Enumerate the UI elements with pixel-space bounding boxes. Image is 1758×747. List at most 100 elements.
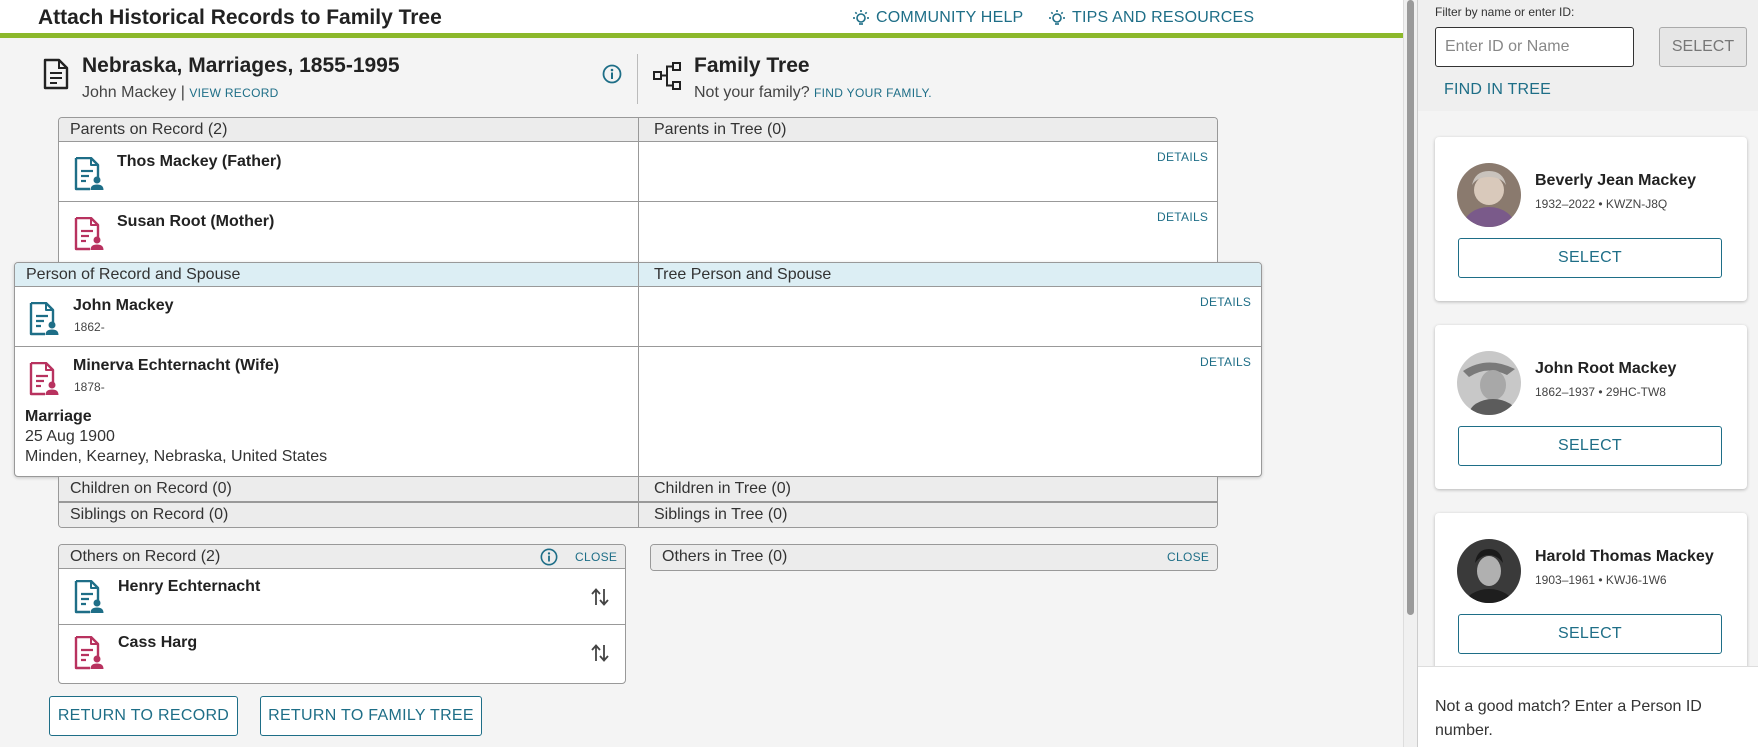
others-record-section: Others on Record (2) CLOSE Henry Echtern…	[58, 544, 626, 684]
focus-person-row: John Mackey 1862- DETAILS	[15, 287, 1261, 347]
parent-row: Susan Root (Mother) DETAILS	[59, 202, 1217, 262]
record-title: Nebraska, Marriages, 1855-1995	[82, 54, 400, 77]
community-help-label: COMMUNITY HELP	[876, 9, 1024, 26]
details-link[interactable]: DETAILS	[1200, 355, 1251, 369]
find-in-tree-link[interactable]: FIND IN TREE	[1444, 81, 1551, 99]
swap-arrows-icon[interactable]	[591, 643, 609, 663]
return-to-family-tree-button[interactable]: RETURN TO FAMILY TREE	[260, 696, 482, 736]
male-record-icon	[29, 302, 59, 336]
select-button[interactable]: SELECT	[1458, 614, 1722, 654]
female-record-icon	[74, 217, 104, 251]
select-button-disabled[interactable]: SELECT	[1659, 27, 1747, 67]
swap-arrows-icon[interactable]	[591, 587, 609, 607]
main-scrollbar[interactable]	[1403, 0, 1417, 747]
lightbulb-icon	[1049, 10, 1065, 25]
candidate-list: Beverly Jean Mackey 1932–2022 • KWZN-J8Q…	[1418, 111, 1758, 666]
children-section[interactable]: Children on Record (0) Children in Tree …	[58, 477, 1218, 502]
others-tree-header: Others in Tree (0) CLOSE	[651, 545, 1217, 570]
return-to-record-button[interactable]: RETURN TO RECORD	[49, 696, 238, 736]
female-record-icon	[29, 362, 59, 396]
avatar	[1457, 351, 1521, 415]
candidate-meta: 1862–1937 • 29HC-TW8	[1535, 385, 1666, 399]
avatar	[1457, 539, 1521, 603]
right-panel: Filter by name or enter ID: SELECT FIND …	[1417, 0, 1758, 747]
document-icon	[43, 58, 69, 90]
top-bar: Attach Historical Records to Family Tree…	[0, 0, 1403, 38]
marriage-place: Minden, Kearney, Nebraska, United States	[25, 448, 328, 465]
male-record-icon	[74, 580, 104, 614]
header-divider	[637, 54, 638, 104]
info-icon[interactable]	[540, 548, 558, 566]
column-divider	[638, 477, 639, 501]
select-button[interactable]: SELECT	[1458, 238, 1722, 278]
parent-row: Thos Mackey (Father) DETAILS	[59, 142, 1217, 202]
not-family-text: Not your family?	[694, 84, 810, 101]
separator: |	[180, 84, 185, 101]
siblings-record-label: Siblings on Record (0)	[70, 506, 229, 523]
candidate-meta: 1932–2022 • KWZN-J8Q	[1535, 197, 1668, 211]
focus-tree-label: Tree Person and Spouse	[654, 266, 832, 283]
record-person: John Mackey	[82, 84, 177, 101]
person-name[interactable]: John Mackey	[73, 297, 173, 315]
other-person-name[interactable]: Cass Harg	[118, 634, 197, 652]
main-pane: Attach Historical Records to Family Tree…	[0, 0, 1403, 747]
parent-name[interactable]: Susan Root (Mother)	[117, 213, 274, 231]
lightbulb-icon	[853, 10, 869, 25]
find-family-link[interactable]: FIND YOUR FAMILY.	[814, 86, 932, 100]
details-link[interactable]: DETAILS	[1200, 295, 1251, 309]
candidate-card: John Root Mackey 1862–1937 • 29HC-TW8 SE…	[1435, 325, 1747, 489]
candidate-card: Beverly Jean Mackey 1932–2022 • KWZN-J8Q…	[1435, 137, 1747, 301]
other-person-row: Cass Harg	[59, 625, 625, 684]
candidate-name[interactable]: John Root Mackey	[1535, 360, 1676, 378]
spouse-name[interactable]: Minerva Echternacht (Wife)	[73, 357, 279, 375]
focus-section: Person of Record and Spouse Tree Person …	[14, 262, 1262, 477]
tips-resources-label: TIPS AND RESOURCES	[1072, 9, 1255, 26]
tips-resources-link[interactable]: TIPS AND RESOURCES	[1048, 9, 1254, 27]
focus-record-label: Person of Record and Spouse	[26, 266, 241, 283]
id-or-name-input[interactable]	[1435, 27, 1634, 67]
record-subtitle: John Mackey | VIEW RECORD	[82, 84, 279, 102]
other-person-name[interactable]: Henry Echternacht	[118, 578, 260, 596]
candidate-name[interactable]: Harold Thomas Mackey	[1535, 548, 1714, 566]
marriage-event: Marriage 25 Aug 1900 Minden, Kearney, Ne…	[25, 407, 327, 467]
children-record-label: Children on Record (0)	[70, 480, 232, 497]
filter-label: Filter by name or enter ID:	[1435, 5, 1575, 19]
candidate-card: Harold Thomas Mackey 1903–1961 • KWJ6-1W…	[1435, 513, 1747, 666]
others-tree-label: Others in Tree (0)	[662, 548, 788, 565]
siblings-section[interactable]: Siblings on Record (0) Siblings in Tree …	[58, 502, 1218, 528]
siblings-tree-label: Siblings in Tree (0)	[654, 506, 788, 523]
column-divider	[638, 503, 639, 527]
not-a-match-text: Not a good match? Enter a Person ID numb…	[1418, 666, 1758, 747]
candidate-meta: 1903–1961 • KWJ6-1W6	[1535, 573, 1667, 587]
parents-tree-label: Parents in Tree (0)	[654, 121, 787, 138]
male-record-icon	[74, 157, 104, 191]
marriage-label: Marriage	[25, 408, 92, 425]
others-record-header: Others on Record (2) CLOSE	[59, 545, 625, 569]
close-others-tree[interactable]: CLOSE	[1167, 550, 1209, 564]
focus-spouse-row: Minerva Echternacht (Wife) 1878- DETAILS…	[15, 347, 1261, 476]
tree-subtitle: Not your family? FIND YOUR FAMILY.	[694, 84, 932, 102]
tree-title: Family Tree	[694, 54, 810, 77]
others-record-label: Others on Record (2)	[70, 548, 221, 565]
details-link[interactable]: DETAILS	[1157, 150, 1208, 164]
other-person-row: Henry Echternacht	[59, 569, 625, 625]
close-others-record[interactable]: CLOSE	[575, 550, 617, 564]
candidate-name[interactable]: Beverly Jean Mackey	[1535, 172, 1696, 190]
details-link[interactable]: DETAILS	[1157, 210, 1208, 224]
select-button[interactable]: SELECT	[1458, 426, 1722, 466]
parent-name[interactable]: Thos Mackey (Father)	[117, 153, 281, 171]
marriage-date: 25 Aug 1900	[25, 428, 115, 445]
scrollbar-thumb[interactable]	[1407, 0, 1414, 615]
filter-area: Filter by name or enter ID: SELECT FIND …	[1418, 0, 1758, 111]
community-help-link[interactable]: COMMUNITY HELP	[852, 9, 1023, 27]
view-record-link[interactable]: VIEW RECORD	[189, 86, 278, 100]
children-tree-label: Children in Tree (0)	[654, 480, 791, 497]
parents-section: Parents on Record (2) Parents in Tree (0…	[58, 117, 1218, 262]
info-icon[interactable]	[602, 64, 622, 84]
spouse-dates: 1878-	[74, 380, 105, 394]
parents-record-label: Parents on Record (2)	[70, 121, 228, 138]
female-record-icon	[74, 636, 104, 670]
avatar	[1457, 163, 1521, 227]
tree-icon	[653, 62, 681, 90]
page-title: Attach Historical Records to Family Tree	[38, 6, 442, 29]
